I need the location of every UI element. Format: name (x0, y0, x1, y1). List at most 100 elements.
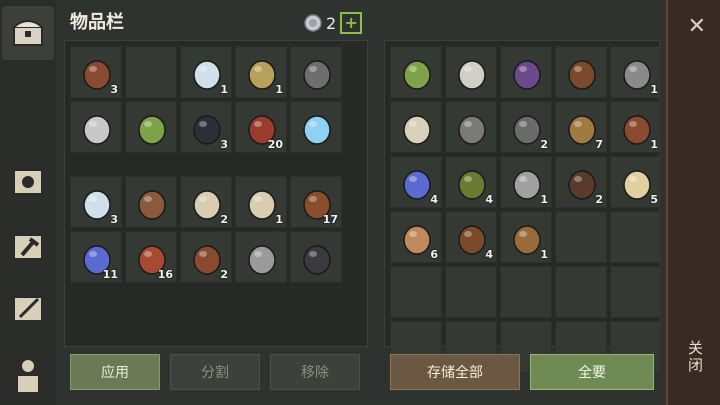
side-nav (0, 0, 56, 405)
item-quantity: 2 (540, 138, 548, 151)
spear-tip-icon (132, 108, 172, 148)
storage-slot[interactable] (445, 266, 497, 318)
inventory-slot[interactable] (70, 101, 122, 153)
item-quantity: 1 (540, 248, 548, 261)
item-quantity: 1 (275, 83, 283, 96)
storage-slot[interactable] (610, 211, 662, 263)
close-label: 关闭 (686, 340, 704, 374)
hammer-icon (13, 234, 43, 260)
storage-slot[interactable] (555, 46, 607, 98)
storage-slot[interactable]: 1 (500, 211, 552, 263)
item-quantity: 2 (220, 268, 228, 281)
boots-icon (297, 238, 337, 278)
storage-slot[interactable]: 2 (555, 156, 607, 208)
inventory-slot[interactable] (290, 231, 342, 283)
helmet-icon (297, 53, 337, 93)
item-quantity: 3 (220, 138, 228, 151)
storage-slot[interactable]: 5 (610, 156, 662, 208)
inventory-slot[interactable] (125, 46, 177, 98)
add-currency-button[interactable]: + (340, 12, 363, 34)
storage-slot[interactable] (390, 101, 442, 153)
ice-blade-icon (297, 108, 337, 148)
storage-slot[interactable] (445, 46, 497, 98)
tab-character[interactable] (2, 348, 54, 402)
inventory-slot[interactable]: 11 (70, 231, 122, 283)
halberd-icon (242, 238, 282, 278)
inventory-slot[interactable]: 16 (125, 231, 177, 283)
storage-slot[interactable] (610, 266, 662, 318)
page-title: 物品栏 (70, 12, 124, 33)
quill-scroll-icon (13, 296, 43, 322)
inventory-grid-top: 3 1 1 3 20 (70, 46, 342, 153)
map-scroll-icon (397, 108, 437, 148)
storage-slot[interactable]: 1 (610, 46, 662, 98)
remove-button[interactable]: 移除 (270, 354, 360, 390)
storage-slot[interactable] (445, 101, 497, 153)
spear-tip-icon (397, 53, 437, 93)
inventory-slot[interactable]: 3 (180, 101, 232, 153)
character-icon (16, 358, 40, 394)
inventory-slot[interactable]: 3 (70, 176, 122, 228)
item-quantity: 4 (430, 193, 438, 206)
inventory-slot[interactable]: 1 (235, 176, 287, 228)
item-quantity: 20 (267, 138, 283, 151)
inventory-slot[interactable] (125, 176, 177, 228)
currency-display: 2 + (304, 12, 363, 34)
item-quantity: 1 (275, 213, 283, 226)
inventory-slot[interactable] (290, 101, 342, 153)
item-quantity: 4 (485, 248, 493, 261)
storage-grid: 1 2 7 1 4 4 1 2 5 6 4 1 (390, 46, 662, 373)
store-all-button[interactable]: 存储全部 (390, 354, 520, 390)
item-quantity: 17 (322, 213, 338, 226)
shield-icon (452, 108, 492, 148)
item-quantity: 1 (220, 83, 228, 96)
inventory-slot[interactable]: 1 (180, 46, 232, 98)
storage-slot[interactable] (500, 266, 552, 318)
item-quantity: 3 (110, 213, 118, 226)
storage-slot[interactable]: 4 (445, 211, 497, 263)
inventory-slot[interactable]: 2 (180, 176, 232, 228)
tab-crafting[interactable] (2, 155, 54, 209)
storage-slot[interactable] (555, 211, 607, 263)
item-quantity: 3 (110, 83, 118, 96)
storage-slot[interactable]: 6 (390, 211, 442, 263)
inventory-slot[interactable]: 20 (235, 101, 287, 153)
storage-slot[interactable]: 1 (610, 101, 662, 153)
split-button[interactable]: 分割 (170, 354, 260, 390)
sun-scroll-icon (13, 169, 43, 195)
storage-slot[interactable] (500, 46, 552, 98)
close-icon[interactable]: ✕ (688, 14, 706, 39)
tunic-icon (132, 183, 172, 223)
item-quantity: 1 (650, 138, 658, 151)
inventory-slot[interactable] (125, 101, 177, 153)
storage-slot[interactable]: 2 (500, 101, 552, 153)
inventory-slot[interactable]: 1 (235, 46, 287, 98)
storage-slot[interactable] (390, 46, 442, 98)
coin-icon (304, 14, 322, 32)
storage-slot[interactable]: 7 (555, 101, 607, 153)
storage-slot[interactable] (555, 266, 607, 318)
storage-slot[interactable]: 4 (445, 156, 497, 208)
item-quantity: 16 (157, 268, 173, 281)
item-quantity: 1 (540, 193, 548, 206)
apply-button[interactable]: 应用 (70, 354, 160, 390)
item-quantity: 7 (595, 138, 603, 151)
chest-icon (13, 20, 43, 46)
tab-recipes[interactable] (2, 282, 54, 336)
inventory-slot[interactable] (290, 46, 342, 98)
tab-build[interactable] (2, 220, 54, 274)
inventory-slot[interactable]: 2 (180, 231, 232, 283)
take-all-button[interactable]: 全要 (530, 354, 654, 390)
inventory-grid-bottom: 3 2 1 17 11 16 2 (70, 176, 342, 283)
storage-slot[interactable]: 1 (500, 156, 552, 208)
item-quantity: 4 (485, 193, 493, 206)
inventory-slot[interactable]: 17 (290, 176, 342, 228)
item-quantity: 1 (650, 83, 658, 96)
storage-slot[interactable] (390, 266, 442, 318)
inventory-slot[interactable] (235, 231, 287, 283)
rune-book-icon (507, 53, 547, 93)
inventory-slot[interactable]: 3 (70, 46, 122, 98)
storage-slot[interactable]: 4 (390, 156, 442, 208)
sword-icon (77, 108, 117, 148)
tab-inventory[interactable] (2, 6, 54, 60)
